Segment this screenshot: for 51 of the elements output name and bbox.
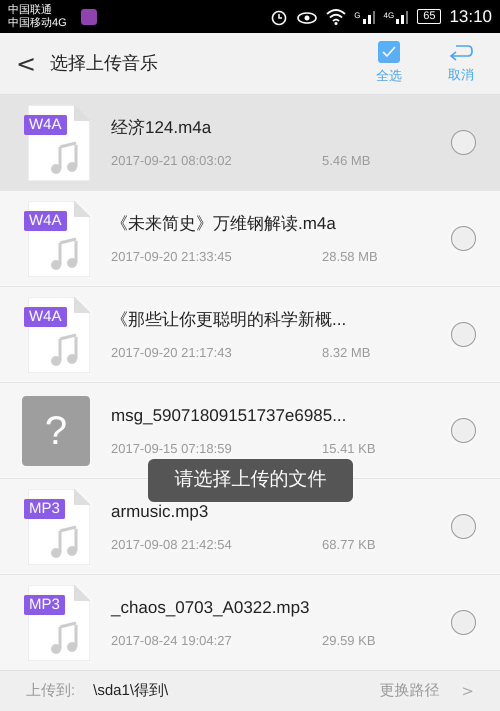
carrier-label: 中国移动4G [8,16,67,30]
file-size: 5.46 MB [322,152,370,170]
file-name: _chaos_0703_A0322.mp3 [111,597,310,619]
upload-path: \sda1\得到\ [93,680,168,701]
file-date: 2017-09-21 08:03:02 [111,152,233,170]
file-date: 2017-08-24 19:04:27 [111,632,233,650]
battery-indicator: 65 [417,9,442,24]
unknown-file-icon: ? [22,396,90,466]
file-name: 《那些让你更聪明的科学新概... [111,309,348,331]
network-label: G [354,10,361,22]
radio-button[interactable] [451,418,476,443]
file-size: 8.32 MB [322,344,370,362]
upload-to-label: 上传到: [26,680,76,701]
file-date: 2017-09-15 07:18:59 [111,440,233,458]
chevron-icon: > [461,680,474,702]
toast-message: 请选择上传的文件 [148,459,353,502]
wifi-icon [326,8,346,24]
radio-button[interactable] [451,226,476,251]
radio-button[interactable] [451,322,476,347]
radio-button[interactable] [451,610,476,635]
file-size: 29.59 KB [322,632,376,650]
page-title: 选择上传音乐 [50,52,158,75]
file-size: 15.41 KB [322,440,376,458]
file-name: msg_59071809151737e6985... [111,405,348,427]
file-type-badge: MP3 [24,594,65,614]
radio-button[interactable] [451,514,476,539]
file-size: 68.77 KB [322,536,376,554]
signal-icon [362,10,376,24]
alarm-icon [270,8,288,26]
file-date: 2017-09-20 21:17:43 [111,344,233,362]
file-date: 2017-09-08 21:42:54 [111,536,233,554]
return-arrow-icon [448,42,474,62]
signal-icon [395,10,410,24]
clock-time: 13:10 [449,6,492,28]
file-type-badge: W4A [24,114,67,134]
check-icon [382,46,396,58]
select-all-checkbox[interactable] [378,41,400,64]
file-type-badge: MP3 [24,498,65,518]
file-name: 《未来简史》万维钢解读.m4a [111,213,337,235]
file-type-badge: W4A [24,210,67,230]
file-name: 经济124.m4a [111,117,212,139]
carrier-label: 中国联通 [8,4,53,16]
file-size: 28.58 MB [322,248,378,266]
file-date: 2017-09-20 21:33:45 [111,248,233,266]
app-notification-icon [80,8,97,24]
network-label: 4G [384,10,394,22]
file-name: armusic.mp3 [111,501,210,523]
file-row[interactable]: W4A 经济124.m4a 2017-09-21 08:03:02 5.46 MB [0,95,500,191]
radio-button[interactable] [451,130,476,155]
back-button[interactable]: < [16,46,36,82]
file-type-badge: W4A [24,306,67,326]
